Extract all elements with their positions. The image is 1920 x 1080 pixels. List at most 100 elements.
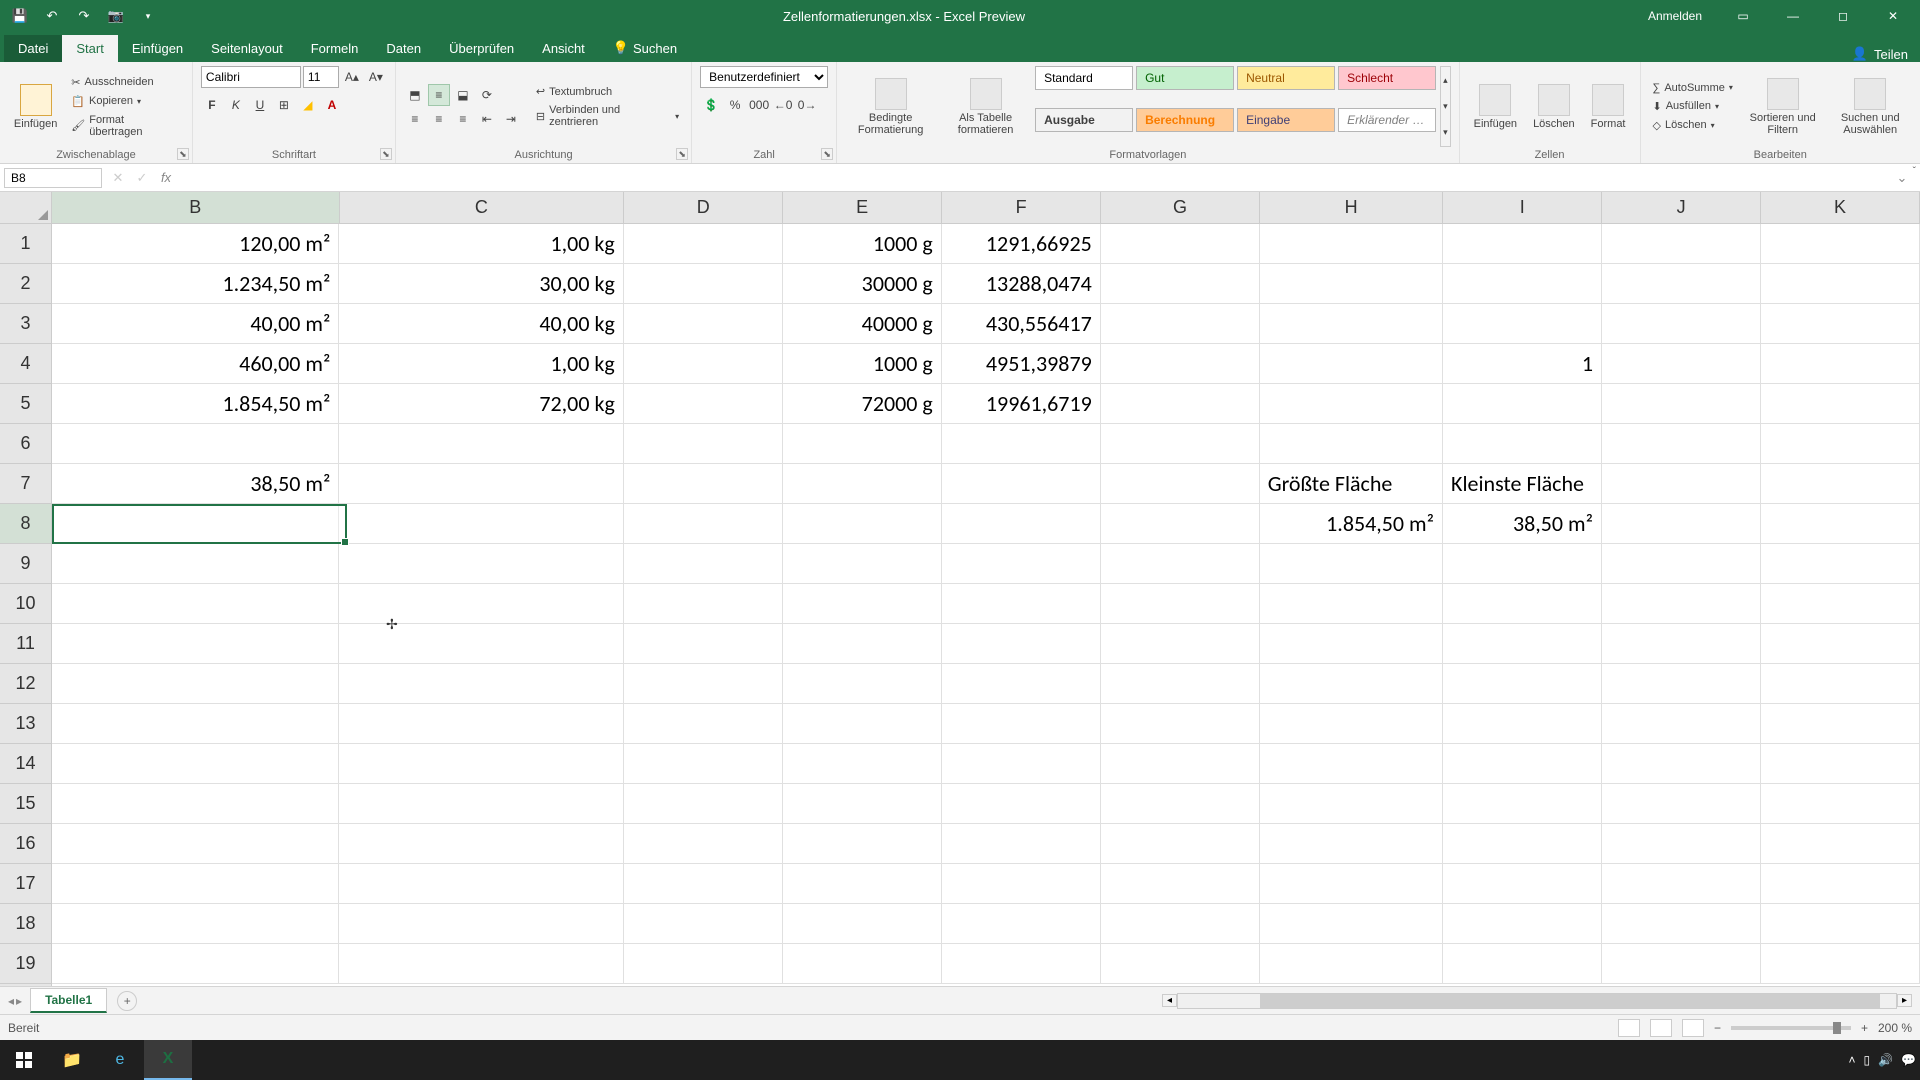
cell-B10[interactable] <box>52 584 339 624</box>
tab-file[interactable]: Datei <box>4 35 62 62</box>
cell-E9[interactable] <box>783 544 942 584</box>
cell-K5[interactable] <box>1761 384 1920 424</box>
wrap-text-button[interactable]: ↩Textumbruch <box>532 83 683 100</box>
cell-B3[interactable]: 40,00 m² <box>52 304 339 344</box>
cell-H9[interactable] <box>1260 544 1443 584</box>
cell-B19[interactable] <box>52 944 339 984</box>
cell-G19[interactable] <box>1101 944 1260 984</box>
cell-D5[interactable] <box>624 384 783 424</box>
ribbon-options-icon[interactable]: ▭ <box>1720 0 1766 32</box>
increase-indent-icon[interactable]: ⇥ <box>500 108 522 130</box>
cell-F11[interactable] <box>942 624 1101 664</box>
cell-G2[interactable] <box>1101 264 1260 304</box>
column-header-H[interactable]: H <box>1260 192 1443 223</box>
cell-I13[interactable] <box>1443 704 1602 744</box>
cell-D15[interactable] <box>624 784 783 824</box>
cell-E13[interactable] <box>783 704 942 744</box>
cell-K10[interactable] <box>1761 584 1920 624</box>
cell-F10[interactable] <box>942 584 1101 624</box>
orientation-icon[interactable]: ⟳ <box>476 84 498 106</box>
cell-B6[interactable] <box>52 424 339 464</box>
cell-E5[interactable]: 72000 g <box>783 384 942 424</box>
column-header-J[interactable]: J <box>1602 192 1761 223</box>
cell-J14[interactable] <box>1602 744 1761 784</box>
cell-D1[interactable] <box>624 224 783 264</box>
cell-D8[interactable] <box>624 504 783 544</box>
number-dialog-launcher[interactable]: ⬊ <box>821 148 833 160</box>
enter-formula-icon[interactable]: ✓ <box>130 167 154 189</box>
cell-D13[interactable] <box>624 704 783 744</box>
cell-G16[interactable] <box>1101 824 1260 864</box>
row-header-15[interactable]: 15 <box>0 784 51 824</box>
page-layout-view-button[interactable] <box>1650 1019 1672 1037</box>
cell-E15[interactable] <box>783 784 942 824</box>
cell-I15[interactable] <box>1443 784 1602 824</box>
cell-G18[interactable] <box>1101 904 1260 944</box>
cell-K19[interactable] <box>1761 944 1920 984</box>
cell-E1[interactable]: 1000 g <box>783 224 942 264</box>
font-name-select[interactable] <box>201 66 301 88</box>
style-schlecht[interactable]: Schlecht <box>1338 66 1436 90</box>
row-header-3[interactable]: 3 <box>0 304 51 344</box>
row-header-9[interactable]: 9 <box>0 544 51 584</box>
notifications-icon[interactable]: 💬 <box>1901 1053 1916 1067</box>
row-header-10[interactable]: 10 <box>0 584 51 624</box>
edge-task[interactable]: e <box>96 1040 144 1080</box>
cell-C18[interactable] <box>339 904 623 944</box>
column-header-I[interactable]: I <box>1443 192 1602 223</box>
cell-K7[interactable] <box>1761 464 1920 504</box>
cell-C17[interactable] <box>339 864 623 904</box>
style-ausgabe[interactable]: Ausgabe <box>1035 108 1133 132</box>
column-header-B[interactable]: B <box>52 192 340 223</box>
cell-G17[interactable] <box>1101 864 1260 904</box>
align-middle-icon[interactable]: ≡ <box>428 84 450 106</box>
merge-button[interactable]: ⊟Verbinden und zentrieren▾ <box>532 102 683 130</box>
cell-J9[interactable] <box>1602 544 1761 584</box>
undo-icon[interactable]: ↶ <box>40 4 64 28</box>
styles-more-button[interactable]: ▴▾▾ <box>1440 66 1451 147</box>
align-center-icon[interactable]: ≡ <box>428 108 450 130</box>
cell-C19[interactable] <box>339 944 623 984</box>
style-explain[interactable]: Erklärender … <box>1338 108 1436 132</box>
name-box[interactable] <box>4 168 102 188</box>
cell-K17[interactable] <box>1761 864 1920 904</box>
minimize-icon[interactable]: — <box>1770 0 1816 32</box>
cell-H18[interactable] <box>1260 904 1443 944</box>
copy-button[interactable]: 📋Kopieren▾ <box>67 93 184 110</box>
quick-print-icon[interactable]: 📷 <box>104 4 128 28</box>
cell-I17[interactable] <box>1443 864 1602 904</box>
autosum-button[interactable]: ∑AutoSumme▾ <box>1649 80 1737 96</box>
cell-G7[interactable] <box>1101 464 1260 504</box>
cell-K3[interactable] <box>1761 304 1920 344</box>
spreadsheet-grid[interactable]: BCDEFGHIJK 12345678910111213141516171819… <box>0 192 1920 986</box>
cell-H8[interactable]: 1.854,50 m² <box>1260 504 1443 544</box>
normal-view-button[interactable] <box>1618 1019 1640 1037</box>
cell-J18[interactable] <box>1602 904 1761 944</box>
cell-H16[interactable] <box>1260 824 1443 864</box>
tray-chevron-icon[interactable]: ˄ <box>1848 1053 1855 1067</box>
cell-H7[interactable]: Größte Fläche <box>1260 464 1443 504</box>
cell-H12[interactable] <box>1260 664 1443 704</box>
cell-J5[interactable] <box>1602 384 1761 424</box>
cell-E10[interactable] <box>783 584 942 624</box>
cell-I4[interactable]: 1 <box>1443 344 1602 384</box>
cell-I7[interactable]: Kleinste Fläche <box>1443 464 1602 504</box>
column-header-E[interactable]: E <box>783 192 942 223</box>
cell-D10[interactable] <box>624 584 783 624</box>
align-right-icon[interactable]: ≡ <box>452 108 474 130</box>
cell-I3[interactable] <box>1443 304 1602 344</box>
row-header-12[interactable]: 12 <box>0 664 51 704</box>
increase-decimal-icon[interactable]: ←0 <box>772 94 794 116</box>
cell-H13[interactable] <box>1260 704 1443 744</box>
comma-icon[interactable]: 000 <box>748 94 770 116</box>
cell-F9[interactable] <box>942 544 1101 584</box>
font-dialog-launcher[interactable]: ⬊ <box>380 148 392 160</box>
cell-C14[interactable] <box>339 744 623 784</box>
collapse-ribbon-icon[interactable]: ˇ <box>1913 166 1916 177</box>
cell-G15[interactable] <box>1101 784 1260 824</box>
align-bottom-icon[interactable]: ⬓ <box>452 84 474 106</box>
cell-D18[interactable] <box>624 904 783 944</box>
cell-E4[interactable]: 1000 g <box>783 344 942 384</box>
zoom-level[interactable]: 200 % <box>1878 1021 1912 1035</box>
cell-H5[interactable] <box>1260 384 1443 424</box>
